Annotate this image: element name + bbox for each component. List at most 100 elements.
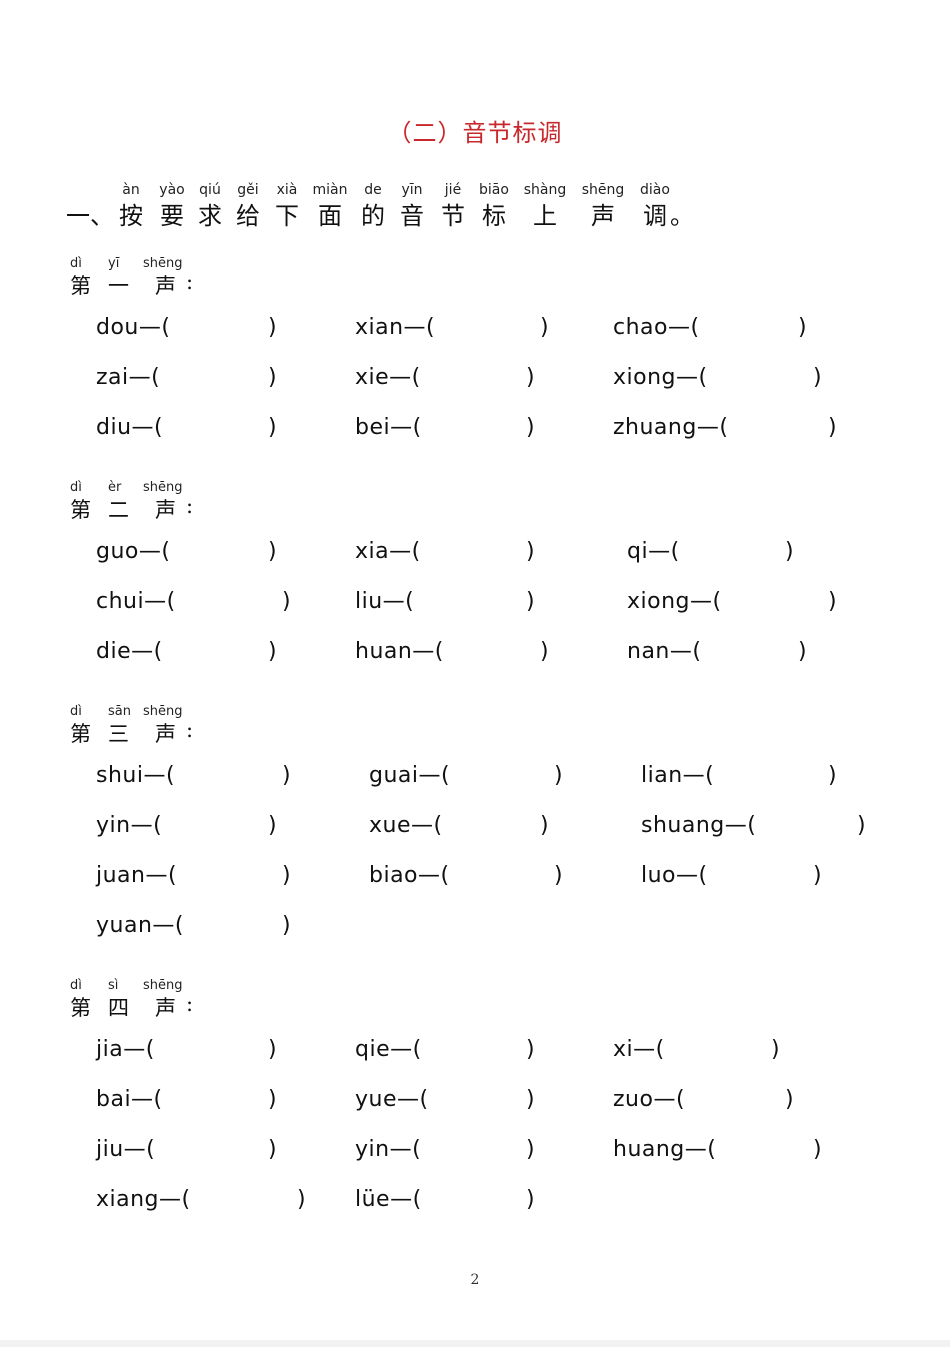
syllable-prompt: juan—(	[96, 863, 178, 888]
answer-blank-close[interactable]: )	[828, 763, 837, 788]
answer-blank-close[interactable]: )	[526, 365, 535, 390]
syllable-prompt: guai—(	[369, 763, 451, 788]
answer-blank-close[interactable]: )	[540, 639, 549, 664]
answer-blank-close[interactable]: )	[554, 763, 563, 788]
section-heading-character: 第	[70, 274, 91, 298]
answer-blank-close[interactable]: )	[297, 1187, 306, 1212]
question-prefix: 一、	[66, 202, 114, 230]
syllable-prompt: chui—(	[96, 589, 176, 614]
section-heading-colon: :	[186, 494, 194, 518]
syllable-prompt: dou—(	[96, 315, 171, 340]
syllable-prompt: yin—(	[355, 1137, 422, 1162]
syllable-prompt: huang—(	[613, 1137, 717, 1162]
syllable-prompt: luo—(	[641, 863, 708, 888]
syllable-prompt: xia—(	[355, 539, 421, 564]
syllable-prompt: jiu—(	[96, 1137, 156, 1162]
answer-blank-close[interactable]: )	[526, 1187, 535, 1212]
syllable-prompt: yue—(	[355, 1087, 429, 1112]
page-bottom-edge	[0, 1340, 950, 1347]
answer-blank-close[interactable]: )	[268, 1037, 277, 1062]
answer-blank-close[interactable]: )	[268, 539, 277, 564]
answer-blank-close[interactable]: )	[268, 1087, 277, 1112]
syllable-prompt: die—(	[96, 639, 163, 664]
answer-blank-close[interactable]: )	[526, 1137, 535, 1162]
syllable-prompt: yin—(	[96, 813, 163, 838]
syllable-prompt: xiong—(	[613, 365, 708, 390]
answer-blank-close[interactable]: )	[813, 1137, 822, 1162]
answer-blank-close[interactable]: )	[282, 763, 291, 788]
answer-blank-close[interactable]: )	[813, 365, 822, 390]
answer-blank-close[interactable]: )	[282, 863, 291, 888]
section-heading-character: 声	[155, 722, 176, 746]
question-character: 标	[482, 202, 506, 230]
syllable-prompt: chao—(	[613, 315, 700, 340]
section-heading-character: 声	[155, 498, 176, 522]
answer-blank-close[interactable]: )	[540, 813, 549, 838]
answer-blank-close[interactable]: )	[798, 315, 807, 340]
answer-blank-close[interactable]: )	[526, 539, 535, 564]
answer-blank-close[interactable]: )	[798, 639, 807, 664]
answer-blank-close[interactable]: )	[268, 415, 277, 440]
syllable-prompt: zai—(	[96, 365, 161, 390]
question-character: 按	[119, 202, 143, 230]
section-heading-character: 第	[70, 996, 91, 1020]
syllable-prompt: xi—(	[613, 1037, 665, 1062]
section-heading-pinyin: dì	[70, 978, 82, 993]
syllable-prompt: shui—(	[96, 763, 176, 788]
answer-blank-close[interactable]: )	[282, 913, 291, 938]
answer-blank-close[interactable]: )	[268, 1137, 277, 1162]
question-character: 求	[198, 202, 222, 230]
section-heading-pinyin: dì	[70, 256, 82, 271]
answer-blank-close[interactable]: )	[268, 315, 277, 340]
answer-blank-close[interactable]: )	[282, 589, 291, 614]
answer-blank-close[interactable]: )	[526, 1087, 535, 1112]
answer-blank-close[interactable]: )	[857, 813, 866, 838]
syllable-prompt: qie—(	[355, 1037, 422, 1062]
section-heading-pinyin: shēng	[143, 704, 183, 719]
answer-blank-close[interactable]: )	[526, 589, 535, 614]
answer-blank-close[interactable]: )	[828, 415, 837, 440]
syllable-prompt: jia—(	[96, 1037, 155, 1062]
syllable-prompt: zuo—(	[613, 1087, 686, 1112]
section-heading-character: 三	[108, 722, 129, 746]
section-heading-pinyin: shēng	[143, 256, 183, 271]
answer-blank-close[interactable]: )	[268, 365, 277, 390]
syllable-prompt: qi—(	[627, 539, 680, 564]
answer-blank-close[interactable]: )	[785, 539, 794, 564]
syllable-prompt: xian—(	[355, 315, 436, 340]
section-heading-pinyin: yī	[108, 256, 120, 271]
section-heading-colon: :	[186, 718, 194, 742]
question-character: 下	[275, 202, 299, 230]
question-character: 要	[160, 202, 184, 230]
section-heading-pinyin: èr	[108, 480, 122, 495]
answer-blank-close[interactable]: )	[813, 863, 822, 888]
page-number: 2	[470, 1272, 480, 1288]
syllable-prompt: huan—(	[355, 639, 444, 664]
answer-blank-close[interactable]: )	[526, 415, 535, 440]
syllable-prompt: liu—(	[355, 589, 415, 614]
section-heading-pinyin: dì	[70, 480, 82, 495]
section-heading-character: 一	[108, 274, 129, 298]
answer-blank-close[interactable]: )	[785, 1087, 794, 1112]
answer-blank-close[interactable]: )	[268, 639, 277, 664]
section-heading-colon: :	[186, 270, 194, 294]
answer-blank-close[interactable]: )	[526, 1037, 535, 1062]
question-character: 音	[400, 202, 424, 230]
syllable-prompt: shuang—(	[641, 813, 757, 838]
section-heading-pinyin: sì	[108, 978, 119, 993]
answer-blank-close[interactable]: )	[828, 589, 837, 614]
answer-blank-close[interactable]: )	[554, 863, 563, 888]
section-heading-pinyin: shēng	[143, 978, 183, 993]
syllable-prompt: guo—(	[96, 539, 171, 564]
syllable-prompt: diu—(	[96, 415, 164, 440]
question-character: 调	[643, 202, 667, 230]
answer-blank-close[interactable]: )	[540, 315, 549, 340]
syllable-prompt: bai—(	[96, 1087, 163, 1112]
answer-blank-close[interactable]: )	[268, 813, 277, 838]
answer-blank-close[interactable]: )	[771, 1037, 780, 1062]
syllable-prompt: xiong—(	[627, 589, 722, 614]
section-heading-character: 第	[70, 498, 91, 522]
section-heading-character: 第	[70, 722, 91, 746]
question-character: 面	[318, 202, 342, 230]
syllable-prompt: biao—(	[369, 863, 450, 888]
